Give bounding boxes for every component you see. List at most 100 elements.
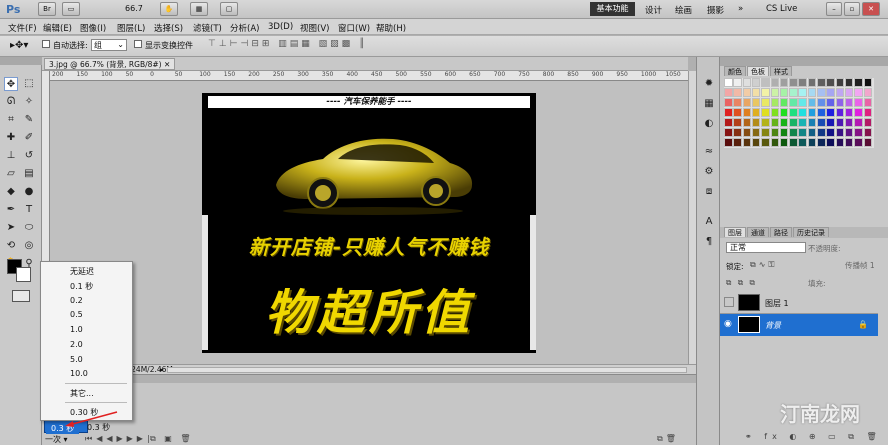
color-swatch[interactable] xyxy=(724,88,733,97)
color-swatch[interactable] xyxy=(854,88,863,97)
history-brush-icon[interactable]: ↺ xyxy=(22,149,36,163)
color-swatch[interactable] xyxy=(817,108,826,117)
color-swatch[interactable] xyxy=(835,118,845,127)
color-swatch[interactable] xyxy=(761,88,770,97)
tab-color[interactable]: 颜色 xyxy=(724,66,746,76)
marquee-tool-icon[interactable]: ⬚ xyxy=(22,77,36,91)
delay-option[interactable]: 0.1 秒 xyxy=(70,281,93,292)
align-icons[interactable]: ⊤⊥⊢⊣⊟⊞ ▥▤▦ ▧▨▩ ║ xyxy=(208,39,367,49)
color-swatch[interactable] xyxy=(779,78,789,87)
tab-history[interactable]: 历史记录 xyxy=(793,227,829,237)
color-swatch[interactable] xyxy=(770,98,779,107)
move-tool-preset-icon[interactable]: ▸✥▾ xyxy=(10,40,28,51)
minimize-button[interactable]: – xyxy=(826,2,842,16)
color-swatch[interactable] xyxy=(761,98,770,107)
color-swatch[interactable] xyxy=(854,138,863,147)
color-swatch[interactable] xyxy=(844,108,854,117)
eye-icon[interactable]: ◉ xyxy=(724,319,732,329)
delay-option[interactable]: 无延迟 xyxy=(70,266,94,277)
color-swatch[interactable] xyxy=(779,98,789,107)
blur-tool-icon[interactable]: ◆ xyxy=(4,185,18,199)
workspace-essentials[interactable]: 基本功能 xyxy=(590,2,635,16)
color-swatch[interactable] xyxy=(733,138,742,147)
color-swatch[interactable] xyxy=(835,108,845,117)
3d-orbit-icon[interactable]: ◎ xyxy=(22,239,36,253)
color-swatch[interactable] xyxy=(826,128,835,137)
color-swatch[interactable] xyxy=(826,118,835,127)
workspace-design[interactable]: 设计 xyxy=(645,4,662,16)
layer-row[interactable]: ◉ 背景 🔒 xyxy=(720,314,878,336)
background-color-swatch[interactable] xyxy=(16,267,31,282)
healing-brush-icon[interactable]: ✚ xyxy=(4,131,18,145)
menu-layer[interactable]: 图层(L) xyxy=(117,22,145,34)
color-swatch[interactable] xyxy=(733,128,742,137)
brush-tool-icon[interactable]: ✐ xyxy=(22,131,36,145)
color-swatch[interactable] xyxy=(751,108,761,117)
layer-name[interactable]: 图层 1 xyxy=(765,298,789,309)
auto-select-dropdown[interactable]: 组 ⌄ xyxy=(91,39,127,51)
gradient-icon[interactable]: ▤ xyxy=(22,167,36,181)
color-swatch[interactable] xyxy=(835,78,845,87)
delay-option[interactable]: 0.2 xyxy=(70,296,83,305)
color-swatch[interactable] xyxy=(863,108,872,117)
color-swatch[interactable] xyxy=(863,118,872,127)
color-swatch[interactable] xyxy=(817,128,826,137)
color-swatch[interactable] xyxy=(807,88,817,97)
path-select-icon[interactable]: ➤ xyxy=(4,221,18,235)
workspace-photography[interactable]: 摄影 xyxy=(707,4,724,16)
color-swatch[interactable] xyxy=(733,98,742,107)
color-swatch[interactable] xyxy=(789,138,798,147)
maximize-button[interactable]: ▫ xyxy=(844,2,860,16)
menu-filter[interactable]: 滤镜(T) xyxy=(193,22,222,34)
pen-tool-icon[interactable]: ✒ xyxy=(4,203,18,217)
layer-row[interactable]: 图层 1 xyxy=(720,292,878,314)
color-swatch[interactable] xyxy=(854,98,863,107)
clone-stamp-icon[interactable]: ⊥ xyxy=(4,149,18,163)
color-swatch[interactable] xyxy=(751,98,761,107)
menu-window[interactable]: 窗口(W) xyxy=(338,22,370,34)
color-swatch[interactable] xyxy=(789,128,798,137)
color-swatch[interactable] xyxy=(844,78,854,87)
type-tool-icon[interactable]: T xyxy=(22,203,36,217)
color-swatch[interactable] xyxy=(807,98,817,107)
color-swatch[interactable] xyxy=(817,88,826,97)
color-swatch[interactable] xyxy=(742,88,752,97)
color-swatch[interactable] xyxy=(751,78,761,87)
clone-source-icon[interactable]: ⚙ xyxy=(702,165,716,179)
color-swatch[interactable] xyxy=(807,138,817,147)
close-button[interactable]: ✕ xyxy=(862,2,880,16)
color-swatch[interactable] xyxy=(826,108,835,117)
lock-icons[interactable]: ⧉∿⚿ xyxy=(750,260,778,270)
tab-layers[interactable]: 图层 xyxy=(724,227,746,237)
visibility-toggle[interactable] xyxy=(724,297,734,307)
color-swatch[interactable] xyxy=(733,78,742,87)
masks-icon[interactable]: ⧈ xyxy=(702,185,716,199)
color-swatch[interactable] xyxy=(770,88,779,97)
color-swatch[interactable] xyxy=(742,98,752,107)
tab-channels[interactable]: 通道 xyxy=(747,227,769,237)
color-swatch[interactable] xyxy=(854,78,863,87)
3d-rotate-icon[interactable]: ⟲ xyxy=(4,239,18,253)
color-swatch[interactable] xyxy=(751,128,761,137)
color-swatch[interactable] xyxy=(807,128,817,137)
color-swatch[interactable] xyxy=(770,78,779,87)
color-swatch[interactable] xyxy=(863,88,872,97)
workspace-painting[interactable]: 绘画 xyxy=(675,4,692,16)
color-swatch[interactable] xyxy=(817,98,826,107)
color-swatch[interactable] xyxy=(844,138,854,147)
color-swatch[interactable] xyxy=(751,118,761,127)
tab-paths[interactable]: 路径 xyxy=(770,227,792,237)
close-tab-icon[interactable]: ✕ xyxy=(164,60,170,69)
color-swatch[interactable] xyxy=(733,88,742,97)
status-arrow-icon[interactable]: ▸ xyxy=(160,365,164,374)
color-swatch[interactable] xyxy=(724,78,733,87)
color-swatch[interactable] xyxy=(724,138,733,147)
character-icon[interactable]: A xyxy=(702,215,716,229)
delay-option-other[interactable]: 其它... xyxy=(70,388,94,399)
poster-image[interactable]: ---- 汽车保养能手 ---- 新开店铺-只赚人气不赚钱 物超所值 xyxy=(202,93,536,353)
layer-name[interactable]: 背景 xyxy=(765,320,781,331)
cslive-label[interactable]: CS Live xyxy=(766,4,797,14)
minibridge-icon[interactable]: ▭ xyxy=(62,2,80,16)
color-swatch[interactable] xyxy=(854,128,863,137)
color-swatch[interactable] xyxy=(761,128,770,137)
